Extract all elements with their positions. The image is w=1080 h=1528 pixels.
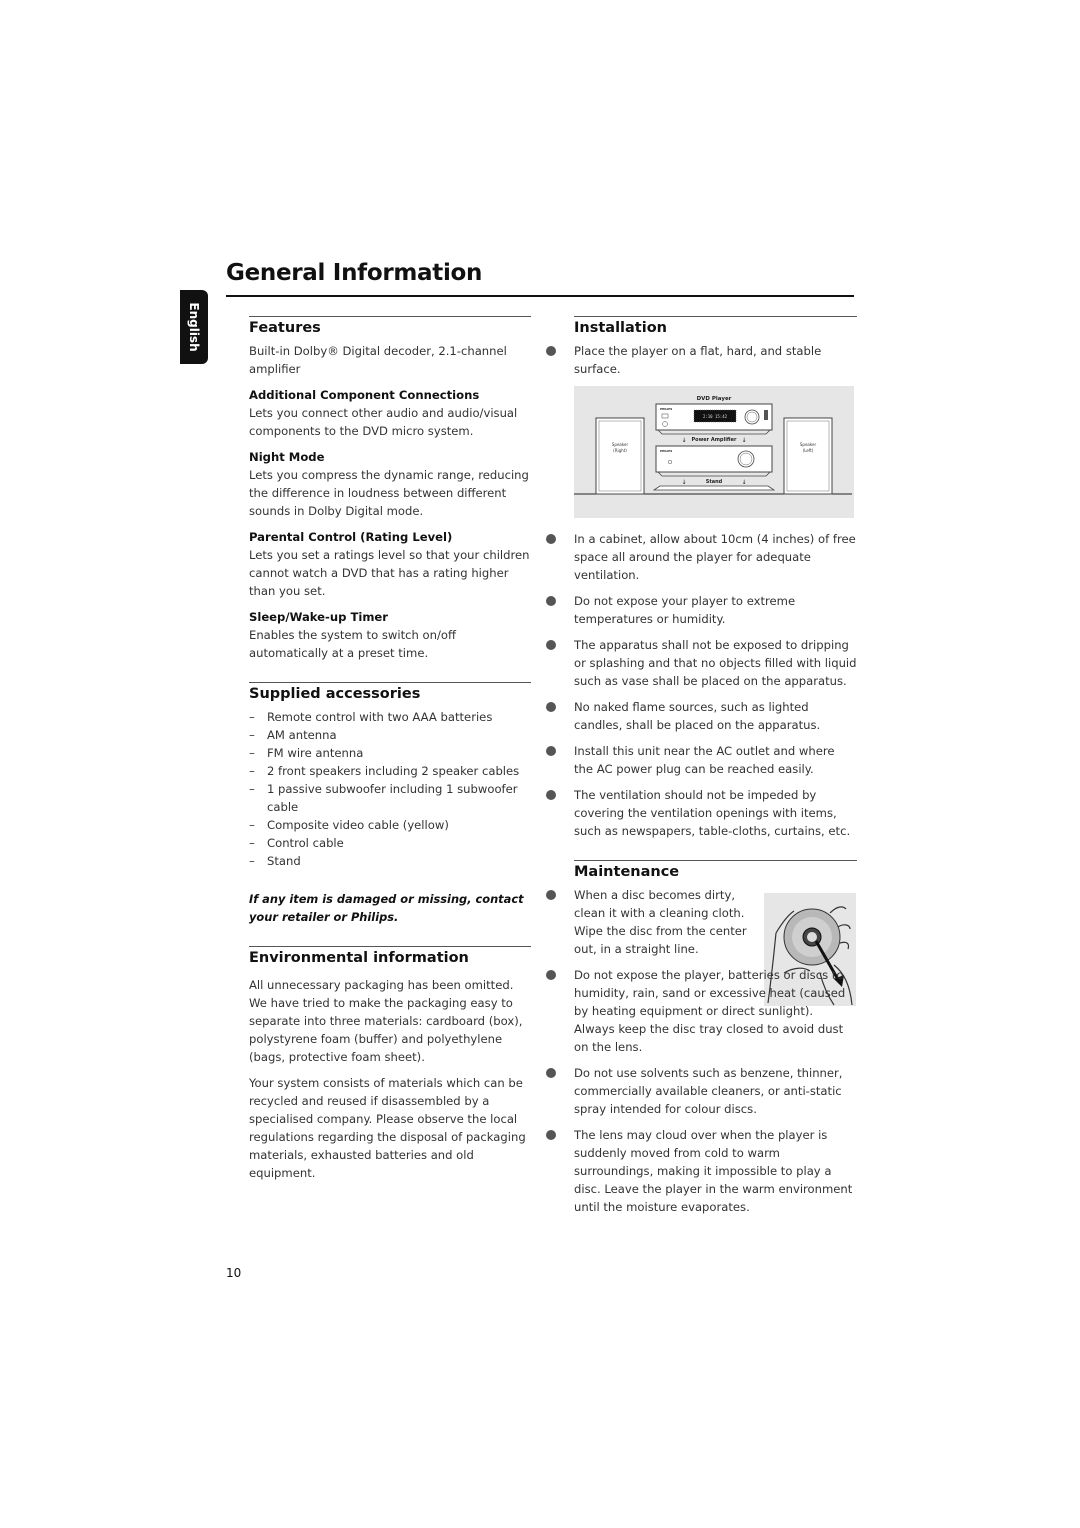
bullet-icon	[546, 1068, 556, 1078]
svg-text:↓: ↓	[681, 479, 686, 486]
list-item: –2 front speakers including 2 speaker ca…	[249, 764, 520, 778]
installation-section: Installation Place the player on a flat,…	[545, 316, 857, 840]
list-item: Install this unit near the AC outlet and…	[545, 742, 857, 778]
page-title: General Information	[226, 260, 483, 286]
features-title: Features	[249, 320, 321, 336]
feature-text: Lets you connect other audio and audio/v…	[249, 406, 518, 438]
stereo-setup-icon: Speaker (Right) Speaker (Left) DVD Playe…	[574, 396, 852, 495]
speaker-left-label: Speaker	[800, 442, 817, 447]
bullet-icon	[546, 746, 556, 756]
section-rule	[249, 946, 531, 947]
bullet-icon	[546, 1130, 556, 1140]
stand-label: Stand	[706, 479, 723, 485]
left-column: Features Built-in Dolby® Digital decoder…	[249, 316, 531, 1182]
installation-title: Installation	[574, 320, 667, 336]
environment-paragraph: Your system consists of materials which …	[249, 1076, 526, 1180]
feature-heading: Night Mode	[249, 450, 325, 464]
list-item: –1 passive subwoofer including 1 subwoof…	[249, 782, 518, 814]
feature-text: Enables the system to switch on/off auto…	[249, 628, 456, 660]
accessories-list: – Remote control with two AAA batteries –…	[249, 708, 531, 870]
svg-text:↓: ↓	[741, 479, 746, 486]
speaker-right-label: Speaker	[612, 442, 629, 447]
environment-section: Environmental information All unnecessar…	[249, 946, 531, 1182]
language-tab-label: English	[187, 302, 201, 352]
list-item: Place the player on a flat, hard, and st…	[545, 342, 857, 378]
svg-text:PHILIPS: PHILIPS	[660, 449, 672, 453]
dvd-player-label: DVD Player	[697, 396, 732, 402]
list-item: – Remote control with two AAA batteries	[249, 710, 493, 724]
accessories-note: If any item is damaged or missing, conta…	[249, 892, 524, 924]
list-item: The apparatus shall not be exposed to dr…	[545, 636, 857, 690]
svg-text:PHILIPS: PHILIPS	[660, 407, 672, 411]
list-item: – Control cable	[249, 836, 344, 850]
section-rule	[249, 682, 531, 683]
display-readout: 2:10 15:42	[703, 414, 728, 419]
bullet-icon	[546, 702, 556, 712]
environment-paragraph: All unnecessary packaging has been omitt…	[249, 978, 523, 1064]
list-item: Do not expose the player, batteries or d…	[545, 966, 857, 1056]
speaker-right-sublabel: (Right)	[613, 448, 627, 453]
feature-heading: Additional Component Connections	[249, 388, 480, 402]
speaker-left-sublabel: (Left)	[803, 448, 814, 453]
bullet-icon	[546, 596, 556, 606]
feature-text: Lets you set a ratings level so that you…	[249, 548, 530, 598]
bullet-icon	[546, 640, 556, 650]
bullet-icon	[546, 346, 556, 356]
bullet-icon	[546, 790, 556, 800]
list-item: The lens may cloud over when the player …	[545, 1126, 857, 1216]
list-item: The ventilation should not be impeded by…	[545, 786, 857, 840]
section-rule	[574, 860, 857, 861]
power-amplifier-label: Power Amplifier	[692, 437, 738, 443]
list-item: Do not use solvents such as benzene, thi…	[545, 1064, 857, 1118]
installation-illustration: Speaker (Right) Speaker (Left) DVD Playe…	[574, 386, 854, 518]
bullet-icon	[546, 534, 556, 544]
section-rule	[249, 316, 531, 317]
right-column: Installation Place the player on a flat,…	[545, 316, 857, 1224]
bullet-icon	[546, 970, 556, 980]
list-item: – AM antenna	[249, 728, 337, 742]
features-section: Features Built-in Dolby® Digital decoder…	[249, 316, 531, 662]
features-intro: Built-in Dolby® Digital decoder, 2.1-cha…	[249, 344, 507, 376]
list-item: When a disc becomes dirty, clean it with…	[545, 886, 857, 958]
maintenance-title: Maintenance	[574, 864, 680, 880]
feature-heading: Parental Control (Rating Level)	[249, 530, 453, 544]
feature-heading: Sleep/Wake-up Timer	[249, 610, 388, 624]
section-rule	[574, 316, 857, 317]
svg-text:↓: ↓	[681, 437, 686, 444]
list-item: Do not expose your player to extreme tem…	[545, 592, 857, 628]
list-item: – Stand	[249, 854, 301, 868]
title-rule	[226, 295, 854, 297]
list-item: No naked flame sources, such as lighted …	[545, 698, 857, 734]
list-item: In a cabinet, allow about 10cm (4 inches…	[545, 530, 857, 584]
accessories-title: Supplied accessories	[249, 686, 421, 702]
list-item: – Composite video cable (yellow)	[249, 818, 449, 832]
language-tab: English	[180, 290, 208, 364]
list-item: – FM wire antenna	[249, 746, 364, 760]
page-number: 10	[226, 1266, 242, 1280]
bullet-icon	[546, 890, 556, 900]
environment-title: Environmental information	[249, 950, 469, 966]
accessories-section: Supplied accessories – Remote control wit…	[249, 682, 531, 926]
maintenance-section: Maintenance When a disc becomes dirty, c…	[545, 860, 857, 1216]
svg-text:↓: ↓	[741, 437, 746, 444]
feature-text: Lets you compress the dynamic range, red…	[249, 468, 529, 518]
